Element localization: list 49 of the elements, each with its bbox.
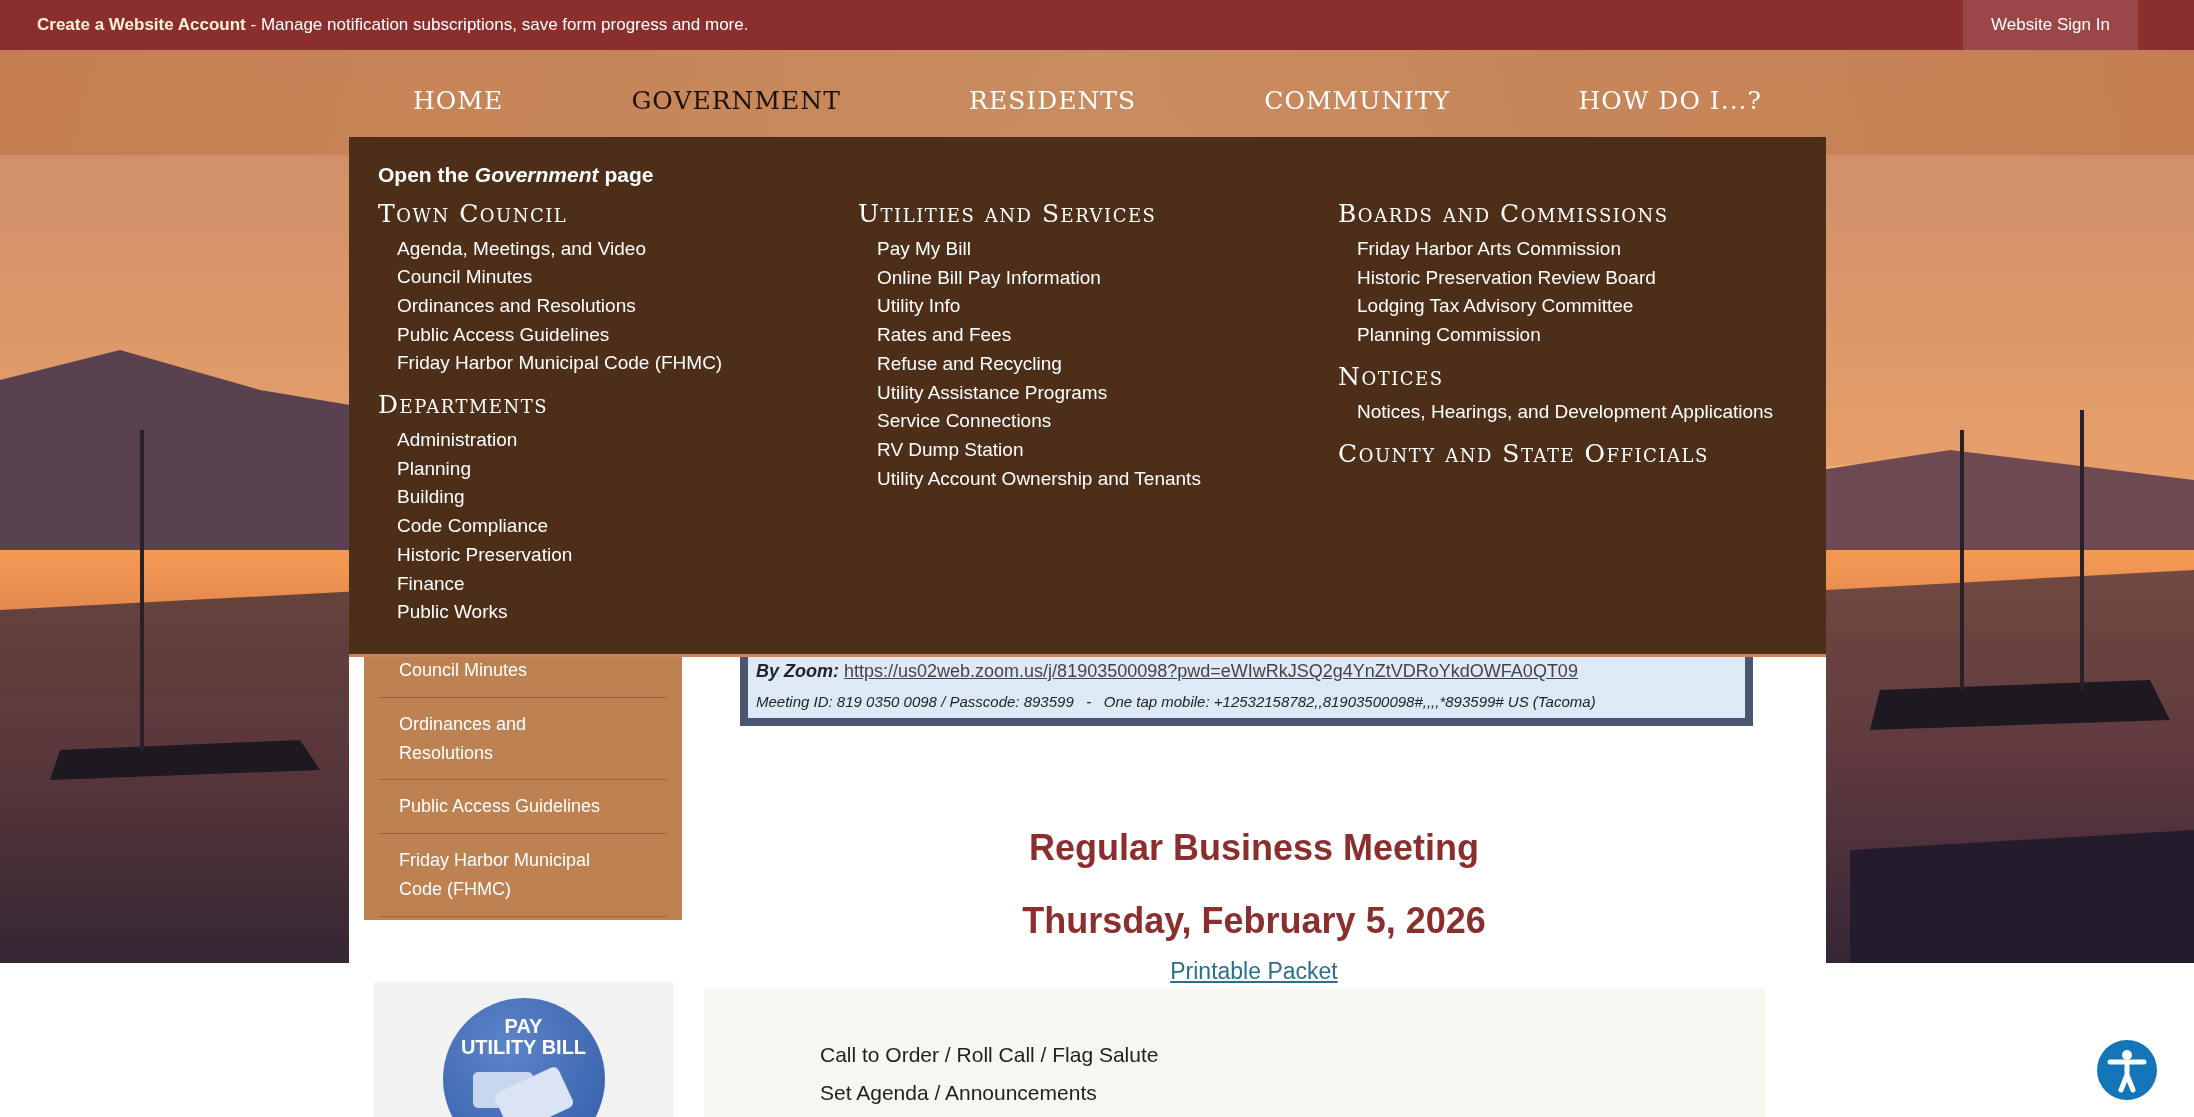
menu-link[interactable]: Planning Commission bbox=[1357, 321, 1818, 350]
nav-link[interactable]: GOVERNMENT bbox=[631, 88, 841, 113]
menu-link[interactable]: Building bbox=[397, 483, 858, 513]
menu-link[interactable]: Notices, Hearings, and Development Applications bbox=[1357, 397, 1818, 427]
accessibility-button[interactable] bbox=[2097, 1040, 2157, 1100]
sign-in-button[interactable]: Website Sign In bbox=[1963, 0, 2138, 50]
badge-text: PAY bbox=[503, 1015, 544, 1037]
meeting-title: Regular Business Meeting bbox=[1027, 825, 1481, 869]
menu-link[interactable]: Planning bbox=[397, 454, 858, 484]
menu-link[interactable]: Ordinances and Resolutions bbox=[397, 291, 858, 321]
menu-link[interactable]: Utility Account Ownership and Tenants bbox=[877, 464, 1338, 494]
zoom-link[interactable]: https://us02web.zoom.us/j/81903500098?pwd=eWIwRkJSQ2g4YnZtVDRoYkdOWFA0QT09 bbox=[844, 661, 1578, 681]
menu-link[interactable]: Refuse and Recycling bbox=[877, 349, 1338, 379]
menu-link[interactable]: Utility Info bbox=[877, 292, 1338, 322]
menu-link[interactable]: Online Bill Pay Information bbox=[877, 263, 1338, 293]
badge-text: UTILITY BILL bbox=[459, 1036, 588, 1058]
menu-heading[interactable]: Utilities and Services bbox=[858, 199, 1157, 229]
menu-link[interactable]: Public Access Guidelines bbox=[397, 320, 858, 350]
menu-link[interactable]: Historic Preservation bbox=[397, 540, 858, 570]
menu-link[interactable]: Service Connections bbox=[877, 407, 1338, 436]
promo-tile[interactable]: PAY UTILITY BILL bbox=[374, 981, 673, 1117]
menu-link[interactable]: Friday Harbor Arts Commission bbox=[1357, 235, 1818, 264]
menu-heading[interactable]: Town Council bbox=[378, 198, 568, 229]
open-page-link[interactable]: Open the Government page bbox=[378, 159, 654, 191]
menu-link[interactable]: Lodging Tax Advisory Committee bbox=[1357, 292, 1818, 322]
menu-link[interactable]: Finance bbox=[397, 569, 858, 599]
meeting-date: Thursday, February 5, 2026 bbox=[1021, 898, 1487, 942]
menu-heading[interactable]: County and State Officials bbox=[1338, 438, 1709, 469]
menu-link[interactable]: Administration bbox=[397, 426, 858, 455]
agenda-item: Set Agenda / Announcements bbox=[820, 1080, 1098, 1107]
menu-link[interactable]: Pay My Bill bbox=[877, 235, 1338, 264]
menu-link[interactable]: Public Works bbox=[397, 598, 858, 627]
account-message: Create a Website Account - Manage notification subscriptions, save form progress and more. bbox=[37, 14, 749, 37]
menu-link[interactable]: Historic Preservation Review Board bbox=[1357, 263, 1818, 293]
agenda-item: Call to Order / Roll Call / Flag Salute bbox=[820, 1042, 1160, 1069]
menu-link[interactable]: Code Compliance bbox=[397, 512, 858, 541]
menu-link[interactable]: Utility Assistance Programs bbox=[877, 378, 1338, 408]
packet-link[interactable]: Printable Packet bbox=[1170, 953, 1338, 989]
menu-link[interactable]: Friday Harbor Municipal Code (FHMC) bbox=[397, 349, 858, 378]
menu-link[interactable]: RV Dump Station bbox=[877, 435, 1338, 465]
menu-link[interactable]: Rates and Fees bbox=[877, 321, 1338, 350]
meeting-details: Meeting ID: 819 0350 0098 / Passcode: 893599 - One tap mobile: +12532158782,,81903500098#,,,,*893599# US (Tacoma) bbox=[756, 692, 1597, 712]
menu-link[interactable]: Council Minutes bbox=[397, 263, 858, 292]
zoom-line: By Zoom: https://us02web.zoom.us/j/81903500098?pwd=eWIwRkJSQ2g4YnZtVDRoYkdOWFA0QT09 bbox=[756, 660, 1579, 683]
menu-heading[interactable]: Boards and Commissions bbox=[1338, 199, 1669, 229]
pay-bill-badge[interactable]: PAY UTILITY BILL bbox=[442, 997, 605, 1117]
menu-heading[interactable]: Notices bbox=[1338, 361, 1444, 392]
menu-link[interactable]: Agenda, Meetings, and Video bbox=[397, 234, 858, 264]
menu-heading[interactable]: Departments bbox=[378, 390, 549, 420]
